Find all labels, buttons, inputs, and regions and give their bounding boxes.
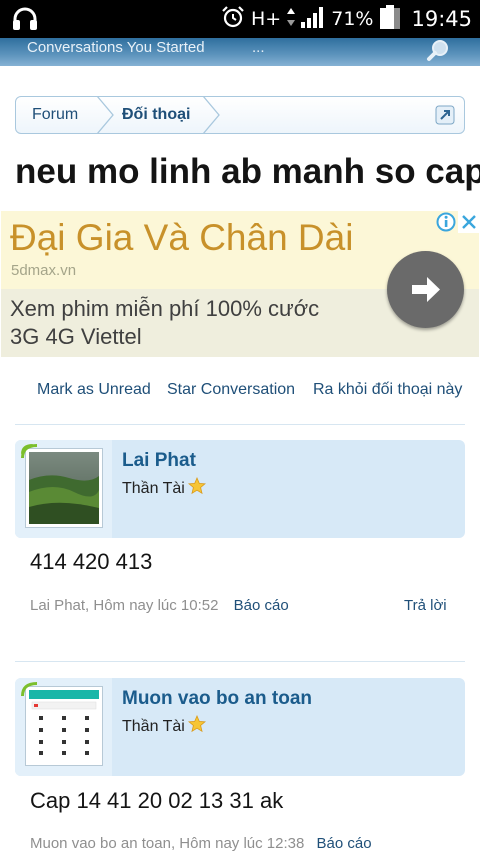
dialer-avatar-icon — [29, 690, 99, 762]
alarm-icon — [221, 5, 245, 34]
data-arrows-icon — [287, 7, 296, 32]
signal-icon — [301, 6, 325, 33]
message-meta: Muon vao bo an toan, Hôm nay lúc 12:38 B… — [30, 835, 372, 852]
avatar[interactable] — [25, 686, 103, 766]
status-bar: H+ 71% 19:45 — [0, 0, 480, 38]
message-username[interactable]: Muon vao bo an toan — [122, 688, 312, 710]
battery-icon — [379, 4, 401, 34]
search-icon[interactable] — [426, 38, 452, 69]
star-conversation-link[interactable]: Star Conversation — [167, 381, 295, 399]
app-header: Conversations You Started ... — [0, 38, 480, 66]
message-header: Muon vao bo an toan Thần Tài — [15, 678, 465, 776]
breadcrumb-forum[interactable]: Forum — [32, 106, 78, 124]
divider — [15, 424, 465, 425]
ad-headline[interactable]: Đại Gia Và Chân Dài — [10, 217, 353, 259]
star-icon — [187, 477, 206, 495]
ad-open-button[interactable] — [387, 251, 464, 328]
report-link[interactable]: Báo cáo — [234, 597, 289, 614]
ad-close-icon[interactable] — [458, 211, 480, 233]
more-link[interactable]: ... — [252, 39, 265, 56]
message-body: Cap 14 41 20 02 13 31 ak — [30, 788, 284, 813]
message-username[interactable]: Lai Phat — [122, 450, 196, 472]
reply-link[interactable]: Trả lời — [404, 597, 447, 614]
user-title-text: Thần Tài — [122, 480, 185, 497]
divider — [15, 661, 465, 662]
message-body: 414 420 413 — [30, 549, 153, 574]
message-meta: Lai Phat, Hôm nay lúc 10:52 Báo cáo — [30, 597, 289, 614]
jump-to-icon[interactable] — [435, 105, 455, 130]
message-author-date[interactable]: Muon vao bo an toan, Hôm nay lúc 12:38 — [30, 835, 304, 852]
mark-unread-link[interactable]: Mark as Unread — [37, 381, 151, 399]
online-corner-icon — [21, 682, 37, 696]
message-header: Lai Phat Thần Tài — [15, 440, 465, 538]
ad-description: Xem phim miễn phí 100% cước 3G 4G Viette… — [10, 295, 319, 351]
clock: 19:45 — [411, 7, 472, 31]
headphones-icon — [12, 7, 38, 36]
ad-domain: 5dmax.vn — [11, 262, 77, 279]
page-title: neu mo linh ab manh so cap — [15, 152, 480, 191]
report-link[interactable]: Báo cáo — [317, 835, 372, 852]
online-corner-icon — [21, 444, 37, 458]
breadcrumb-conversations[interactable]: Đối thoại — [122, 106, 190, 124]
ad-description-line: Xem phim miễn phí 100% cước — [10, 296, 320, 321]
breadcrumb-separator-icon — [96, 95, 116, 139]
network-type: H+ — [251, 8, 282, 30]
leave-conversation-link[interactable]: Ra khỏi đối thoại này — [313, 381, 462, 399]
message-author-date[interactable]: Lai Phat, Hôm nay lúc 10:52 — [30, 597, 218, 614]
ad-info-icon[interactable] — [435, 212, 457, 232]
landscape-avatar-icon — [29, 452, 99, 524]
arrow-right-icon — [412, 277, 440, 302]
breadcrumb: Forum Đối thoại — [15, 95, 465, 135]
avatar[interactable] — [25, 448, 103, 528]
breadcrumb-separator-icon — [202, 95, 222, 139]
battery-percent: 71% — [331, 8, 374, 30]
user-title: Thần Tài — [122, 715, 206, 736]
conversations-link[interactable]: Conversations You Started — [27, 39, 205, 56]
user-title: Thần Tài — [122, 477, 206, 498]
ad-description-line: 3G 4G Viettel — [10, 324, 142, 349]
star-icon — [187, 715, 206, 733]
user-title-text: Thần Tài — [122, 718, 185, 735]
